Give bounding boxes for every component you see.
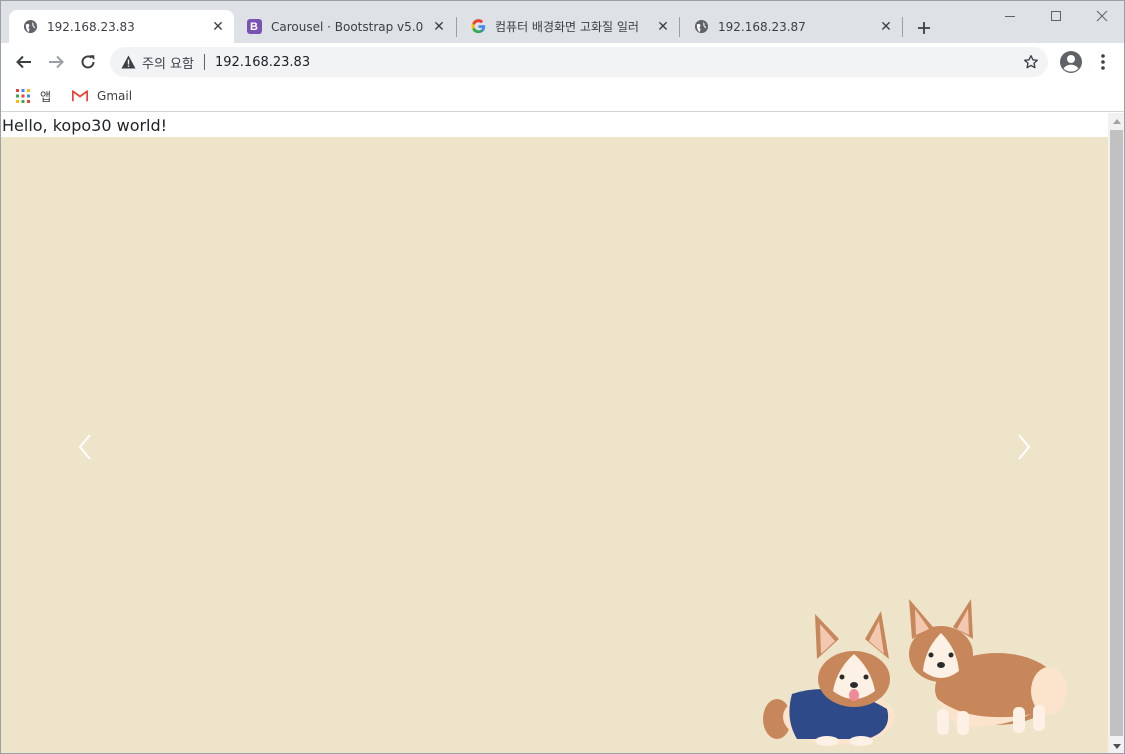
globe-icon bbox=[22, 19, 38, 35]
page-viewport: Hello, kopo30 world! bbox=[1, 113, 1108, 753]
minimize-icon bbox=[1005, 16, 1015, 17]
close-tab-icon[interactable]: ✕ bbox=[210, 19, 226, 35]
tab-192-168-23-83[interactable]: 192.168.23.83 ✕ bbox=[9, 10, 234, 43]
chevron-right-icon bbox=[1018, 434, 1031, 460]
maximize-icon bbox=[1051, 11, 1061, 21]
tab-strip: 192.168.23.83 ✕ B Carousel · Bootstrap v… bbox=[1, 1, 1124, 43]
gmail-icon bbox=[72, 88, 89, 104]
close-tab-icon[interactable]: ✕ bbox=[878, 19, 894, 35]
account-circle-icon bbox=[1060, 51, 1082, 73]
carousel-next-button[interactable] bbox=[1004, 427, 1044, 467]
reload-icon bbox=[81, 55, 95, 69]
corgi-right bbox=[909, 599, 1067, 735]
profile-button[interactable] bbox=[1057, 48, 1085, 76]
new-tab-button[interactable] bbox=[912, 16, 936, 40]
close-tab-icon[interactable]: ✕ bbox=[431, 19, 447, 35]
tab-title: 192.168.23.83 bbox=[47, 19, 135, 34]
bookmark-label: Gmail bbox=[97, 89, 133, 103]
warning-icon[interactable] bbox=[120, 54, 136, 70]
google-icon bbox=[470, 19, 486, 35]
tab-title: 컴퓨터 배경화면 고화질 일러 bbox=[495, 20, 639, 34]
carousel-prev-button[interactable] bbox=[65, 427, 105, 467]
chevron-left-icon bbox=[78, 434, 91, 460]
security-status-label[interactable]: 주의 요함 bbox=[142, 53, 194, 72]
tab-separator bbox=[902, 17, 903, 37]
triangle-down-icon bbox=[1112, 744, 1121, 749]
tab-title: Carousel · Bootstrap v5.0 bbox=[271, 19, 424, 34]
arrow-left-icon bbox=[16, 55, 31, 69]
minimize-button[interactable] bbox=[987, 1, 1033, 31]
bootstrap-icon: B bbox=[246, 19, 262, 35]
triangle-up-icon bbox=[1112, 119, 1121, 124]
address-divider bbox=[203, 54, 205, 70]
maximize-button[interactable] bbox=[1033, 1, 1079, 31]
bookmark-label: 앱 bbox=[40, 89, 52, 104]
kebab-menu-icon bbox=[1101, 54, 1105, 70]
close-tab-icon[interactable]: ✕ bbox=[655, 19, 671, 35]
globe-icon bbox=[693, 19, 709, 35]
bookmark-apps[interactable]: 앱 bbox=[15, 88, 51, 105]
tab-bootstrap-carousel[interactable]: B Carousel · Bootstrap v5.0 ✕ bbox=[233, 10, 455, 43]
bookmark-gmail[interactable]: Gmail bbox=[72, 88, 132, 104]
corgi-illustration bbox=[763, 599, 1067, 746]
carousel bbox=[1, 137, 1108, 753]
close-window-button[interactable] bbox=[1079, 1, 1124, 31]
corgi-left bbox=[763, 611, 895, 746]
greeting-text: Hello, kopo30 world! bbox=[2, 116, 168, 135]
tab-google-search[interactable]: 컴퓨터 배경화면 고화질 일러 ✕ bbox=[457, 10, 679, 43]
url-text[interactable]: 192.168.23.83 bbox=[215, 55, 310, 70]
bookmark-star-icon[interactable] bbox=[1022, 53, 1040, 71]
arrow-right-icon bbox=[49, 55, 64, 69]
tab-192-168-23-87[interactable]: 192.168.23.87 ✕ bbox=[680, 10, 902, 43]
apps-grid-icon bbox=[15, 88, 31, 104]
tab-title: 192.168.23.87 bbox=[718, 19, 806, 34]
page-scrollbar[interactable] bbox=[1108, 113, 1124, 753]
close-icon bbox=[1096, 10, 1108, 22]
back-button[interactable] bbox=[10, 48, 38, 76]
bookmarks-bar: 앱 Gmail bbox=[1, 81, 1124, 112]
scroll-down-button[interactable] bbox=[1108, 738, 1124, 753]
scrollbar-thumb[interactable] bbox=[1110, 130, 1123, 736]
reload-button[interactable] bbox=[74, 48, 102, 76]
menu-button[interactable] bbox=[1089, 48, 1117, 76]
scroll-up-button[interactable] bbox=[1108, 113, 1124, 130]
browser-window: 192.168.23.83 ✕ B Carousel · Bootstrap v… bbox=[0, 0, 1125, 754]
browser-toolbar: 주의 요함 192.168.23.83 bbox=[1, 43, 1124, 81]
address-bar[interactable]: 주의 요함 192.168.23.83 bbox=[110, 47, 1048, 77]
plus-icon bbox=[918, 22, 930, 34]
forward-button[interactable] bbox=[42, 48, 70, 76]
